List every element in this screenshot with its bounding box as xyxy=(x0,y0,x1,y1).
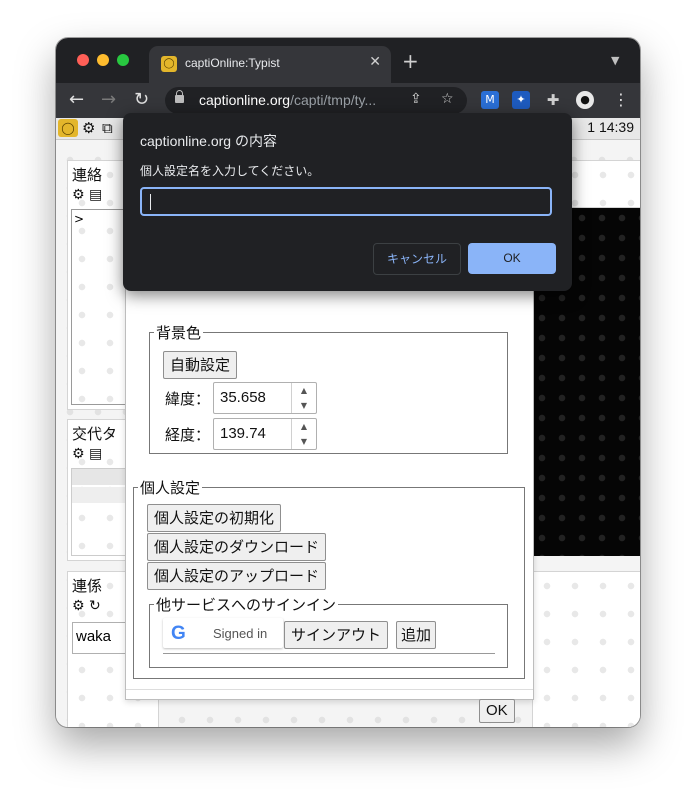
settings-ok-button[interactable]: OK xyxy=(479,699,515,723)
lock-icon xyxy=(175,90,184,103)
prompt-text: > xyxy=(74,212,85,226)
dialog-message: 個人設定名を入力してください。 xyxy=(140,164,320,178)
divider xyxy=(126,689,533,690)
signout-button[interactable]: サインアウト xyxy=(284,621,389,649)
app-logo-icon[interactable]: ◯ xyxy=(58,119,78,137)
gear-icon[interactable]: ⚙ xyxy=(72,598,85,614)
download-settings-button[interactable]: 個人設定のダウンロード xyxy=(147,533,327,561)
upload-settings-button[interactable]: 個人設定のアップロード xyxy=(147,562,327,590)
forward-icon[interactable]: → xyxy=(101,89,116,111)
document-icon[interactable]: ▤ xyxy=(89,187,102,203)
back-icon[interactable]: ← xyxy=(69,89,84,111)
share-icon[interactable]: ⇪ xyxy=(410,91,422,107)
panel-title: 連係 xyxy=(72,577,103,595)
extension-blue-icon[interactable]: ✦ xyxy=(512,91,530,109)
gear-icon[interactable]: ⚙ xyxy=(72,187,85,203)
panel-tools: ⚙ ▤ xyxy=(72,187,102,203)
latitude-input[interactable]: 35.658 ▲ ▼ xyxy=(213,382,317,414)
close-window-button[interactable] xyxy=(77,54,89,66)
google-icon: G xyxy=(171,623,186,644)
right-panel-footer xyxy=(532,571,640,727)
panel-tools: ⚙ ▤ xyxy=(72,446,102,462)
longitude-stepper[interactable]: ▲ ▼ xyxy=(291,419,316,449)
address-bar[interactable]: captionline.org/capti/tmp/ty... ⇪ ☆ xyxy=(165,87,467,114)
longitude-input[interactable]: 139.74 ▲ ▼ xyxy=(213,418,317,450)
gear-icon[interactable]: ⚙ xyxy=(72,446,85,462)
bookmark-star-icon[interactable]: ☆ xyxy=(441,91,454,107)
tab-strip: ◯ captiOnline:Typist ✕ + ▼ xyxy=(56,38,640,83)
latitude-label: 緯度： xyxy=(165,390,211,408)
google-signin-button[interactable]: G Signed in xyxy=(163,618,283,648)
panel-title: 交代タ xyxy=(72,425,118,443)
auto-setting-button[interactable]: 自動設定 xyxy=(163,351,238,379)
gear-icon[interactable]: ⚙ xyxy=(82,119,95,137)
extensions-puzzle-icon[interactable]: ✚ xyxy=(544,91,562,109)
document-icon[interactable]: ▤ xyxy=(89,446,102,462)
ok-button[interactable]: OK xyxy=(468,243,556,274)
tab-title: captiOnline:Typist xyxy=(185,56,280,70)
cancel-button[interactable]: キャンセル xyxy=(373,243,461,275)
dialog-title: captionline.org の内容 xyxy=(140,133,277,149)
reset-settings-button[interactable]: 個人設定の初期化 xyxy=(147,504,282,532)
latitude-stepper[interactable]: ▲ ▼ xyxy=(291,383,316,413)
url-text: captionline.org/capti/tmp/ty... xyxy=(199,92,377,108)
divider xyxy=(163,653,495,654)
clock: 1 14:39 xyxy=(587,119,634,135)
minimize-window-button[interactable] xyxy=(97,54,109,66)
site-favicon-icon: ◯ xyxy=(161,56,177,72)
panel-title: 連絡 xyxy=(72,166,103,184)
profile-avatar-icon[interactable]: ● xyxy=(576,91,594,109)
text-caret xyxy=(150,194,151,210)
zoom-window-button[interactable] xyxy=(117,54,129,66)
add-service-button[interactable]: 追加 xyxy=(396,621,437,649)
browser-menu-icon[interactable]: ⋮ xyxy=(613,89,629,111)
tab-close-icon[interactable]: ✕ xyxy=(369,54,381,70)
google-status: Signed in xyxy=(213,626,268,641)
longitude-label: 経度： xyxy=(165,426,211,444)
window-icon[interactable]: ⧉ xyxy=(102,119,113,137)
settings-name-input[interactable] xyxy=(140,187,552,216)
reload-icon[interactable]: ↻ xyxy=(134,89,149,111)
tab-search-icon[interactable]: ▼ xyxy=(611,54,619,67)
panel-tools: ⚙ ↻ xyxy=(72,598,101,614)
fieldset-legend: 個人設定 xyxy=(140,479,201,497)
fieldset-legend: 他サービスへのサインイン xyxy=(156,596,337,614)
refresh-icon[interactable]: ↻ xyxy=(89,598,101,614)
extension-m-icon[interactable]: M xyxy=(481,91,499,109)
prompt-dialog: captionline.org の内容 個人設定名を入力してください。 キャンセ… xyxy=(123,113,572,291)
tab-captionline[interactable]: ◯ captiOnline:Typist ✕ xyxy=(149,46,391,83)
fieldset-legend: 背景色 xyxy=(156,324,202,342)
new-tab-button[interactable]: + xyxy=(402,51,419,71)
